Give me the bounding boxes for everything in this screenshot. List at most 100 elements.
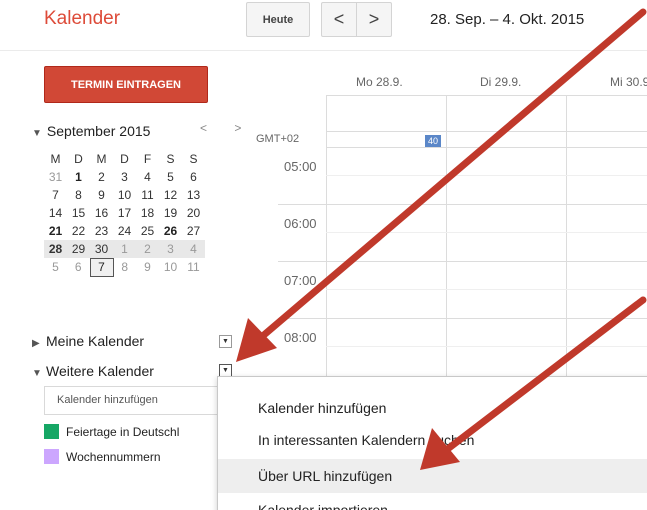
add-calendar-input[interactable]: Kalender hinzufügen xyxy=(44,386,220,415)
other-calendars-section[interactable]: ▼ Weitere Kalender xyxy=(32,363,154,379)
mini-day[interactable]: 8 xyxy=(113,258,136,276)
mini-day[interactable]: 28 xyxy=(44,240,67,258)
date-range-label: 28. Sep. – 4. Okt. 2015 xyxy=(430,11,585,28)
mini-day[interactable]: 11 xyxy=(182,258,205,276)
mini-day[interactable]: 10 xyxy=(159,258,182,276)
weekday-header: S xyxy=(166,152,175,166)
mini-day[interactable]: 24 xyxy=(113,222,136,240)
half-hour-line xyxy=(326,346,647,347)
mini-day[interactable]: 22 xyxy=(67,222,90,240)
weekday-header: D xyxy=(120,152,129,166)
mini-day[interactable]: 9 xyxy=(136,258,159,276)
half-hour-line xyxy=(326,175,647,176)
mini-day[interactable]: 25 xyxy=(136,222,159,240)
menu-item-import-calendar[interactable]: Kalender importieren xyxy=(218,493,647,510)
calendar-item-label: Feiertage in Deutschl xyxy=(66,425,180,439)
mini-day[interactable]: 14 xyxy=(44,204,67,222)
mini-day[interactable]: 27 xyxy=(182,222,205,240)
calendar-item[interactable]: Feiertage in Deutschl xyxy=(44,424,179,439)
mini-day[interactable]: 30 xyxy=(90,240,113,258)
calendar-options-menu: Kalender hinzufügen In interessanten Kal… xyxy=(217,376,647,510)
mini-day[interactable]: 4 xyxy=(182,240,205,258)
mini-day[interactable]: 7 xyxy=(44,186,67,204)
app-title[interactable]: Kalender xyxy=(44,8,120,30)
mini-day[interactable]: 11 xyxy=(136,186,159,204)
calendar-item[interactable]: Wochennummern xyxy=(44,449,161,464)
mini-day[interactable]: 2 xyxy=(90,168,113,186)
create-event-label-1: TERMIN EINT xyxy=(70,78,142,91)
hour-line xyxy=(278,318,647,319)
mini-day-today[interactable]: 7 xyxy=(89,257,114,277)
header-divider xyxy=(0,50,647,51)
weekday-header: S xyxy=(189,152,198,166)
day-header[interactable]: Mi 30.9. xyxy=(610,75,647,89)
timezone-label: GMT+02 xyxy=(256,133,300,145)
mini-day[interactable]: 23 xyxy=(90,222,113,240)
mini-day[interactable]: 6 xyxy=(182,168,205,186)
mini-calendar-header[interactable]: ▼ September 2015 xyxy=(32,123,150,139)
mini-day[interactable]: 26 xyxy=(159,222,182,240)
my-calendars-section[interactable]: ▶ Meine Kalender xyxy=(32,333,144,349)
my-calendars-dropdown-icon[interactable]: ▼ xyxy=(219,335,232,348)
mini-day[interactable]: 2 xyxy=(136,240,159,258)
day-header[interactable]: Di 29.9. xyxy=(480,75,521,89)
today-button[interactable]: Heute xyxy=(246,2,310,37)
week-number-badge: 40 xyxy=(425,135,441,147)
half-hour-line xyxy=(326,289,647,290)
hour-line xyxy=(278,261,647,262)
mini-day[interactable]: 5 xyxy=(159,168,182,186)
mini-calendar: M D M D F S S 31 1 2 3 4 5 6 7 8 9 10 11… xyxy=(44,150,206,277)
mini-day[interactable]: 4 xyxy=(136,168,159,186)
weekday-header: M xyxy=(96,152,107,166)
hour-line xyxy=(278,204,647,205)
prev-week-button[interactable]: < xyxy=(321,2,357,37)
allday-top-line xyxy=(326,95,647,96)
collapse-triangle-icon: ▼ xyxy=(32,128,42,139)
hour-line xyxy=(326,147,647,148)
mini-day[interactable]: 15 xyxy=(67,204,90,222)
next-week-button[interactable]: > xyxy=(356,2,392,37)
my-calendars-label: Meine Kalender xyxy=(46,333,145,349)
mini-day[interactable]: 20 xyxy=(182,204,205,222)
menu-item-add-by-url[interactable]: Über URL hinzufügen xyxy=(218,459,647,493)
half-hour-line xyxy=(326,232,647,233)
menu-item-add-calendar[interactable]: Kalender hinzufügen xyxy=(218,391,647,425)
mini-day[interactable]: 6 xyxy=(67,258,90,276)
day-header[interactable]: Mo 28.9. xyxy=(356,75,403,89)
hour-label: 05:00 xyxy=(284,159,317,174)
mini-day[interactable]: 1 xyxy=(67,168,90,186)
mini-day[interactable]: 31 xyxy=(44,168,67,186)
calendar-item-label: Wochennummern xyxy=(66,450,161,464)
create-event-button[interactable]: TERMIN EINT RAGEN xyxy=(44,66,208,103)
collapse-triangle-icon: ▼ xyxy=(32,368,42,379)
mini-day[interactable]: 5 xyxy=(44,258,67,276)
mini-day[interactable]: 9 xyxy=(90,186,113,204)
weekday-header: M xyxy=(50,152,61,166)
mini-day[interactable]: 21 xyxy=(44,222,67,240)
mini-calendar-nav[interactable]: < > xyxy=(200,121,253,135)
calendar-color-swatch xyxy=(44,449,59,464)
mini-day[interactable]: 8 xyxy=(67,186,90,204)
hour-label: 08:00 xyxy=(284,330,317,345)
mini-day[interactable]: 13 xyxy=(182,186,205,204)
mini-day[interactable]: 29 xyxy=(67,240,90,258)
mini-day[interactable]: 1 xyxy=(113,240,136,258)
mini-day[interactable]: 19 xyxy=(159,204,182,222)
hour-label: 07:00 xyxy=(284,273,317,288)
weekday-header: F xyxy=(143,152,152,166)
mini-day[interactable]: 18 xyxy=(136,204,159,222)
chevron-left-icon: < xyxy=(333,9,345,29)
mini-day[interactable]: 3 xyxy=(159,240,182,258)
mini-day[interactable]: 12 xyxy=(159,186,182,204)
mini-day[interactable]: 3 xyxy=(113,168,136,186)
mini-day[interactable]: 16 xyxy=(90,204,113,222)
allday-bottom-line xyxy=(326,131,647,132)
mini-day[interactable]: 17 xyxy=(113,204,136,222)
chevron-right-icon: > xyxy=(368,9,380,29)
weekday-header: D xyxy=(74,152,83,166)
create-event-label-2: RAGEN xyxy=(141,78,181,91)
menu-item-browse-calendars[interactable]: In interessanten Kalendern suchen xyxy=(218,423,647,457)
hour-label: 06:00 xyxy=(284,216,317,231)
mini-day[interactable]: 10 xyxy=(113,186,136,204)
mini-calendar-month: September 2015 xyxy=(46,123,151,139)
